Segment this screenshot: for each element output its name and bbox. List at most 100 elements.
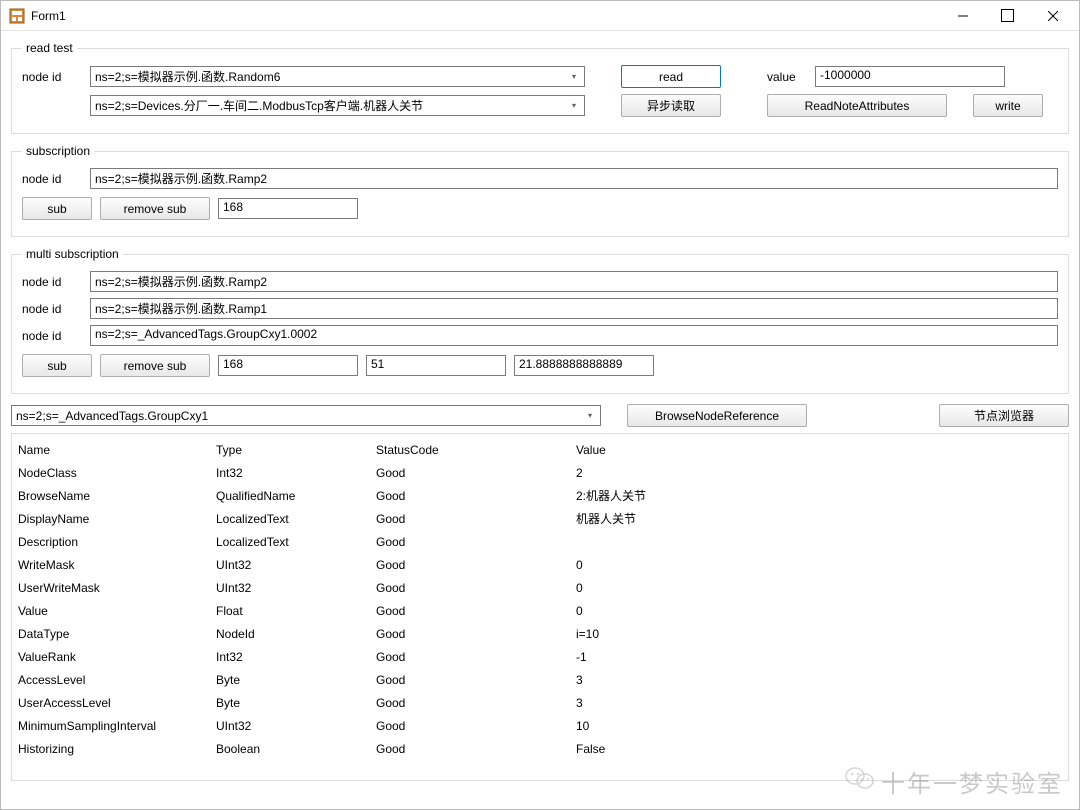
titlebar: Form1 bbox=[1, 1, 1079, 31]
cell-type: QualifiedName bbox=[186, 489, 356, 503]
read-test-group: read test node id ns=2;s=模拟器示例.函数.Random… bbox=[11, 41, 1069, 134]
cell-name: WriteMask bbox=[16, 558, 186, 572]
sub-nodeid-input[interactable]: ns=2;s=模拟器示例.函数.Ramp2 bbox=[90, 168, 1058, 189]
table-row[interactable]: UserWriteMaskUInt32Good0 bbox=[16, 576, 1064, 599]
cell-type: Int32 bbox=[186, 466, 356, 480]
msub-sub-button[interactable]: sub bbox=[22, 354, 92, 377]
cell-name: Value bbox=[16, 604, 186, 618]
cell-name: Historizing bbox=[16, 742, 186, 756]
nodeid-combo[interactable]: ns=2;s=模拟器示例.函数.Random6 ▾ bbox=[90, 66, 585, 87]
chevron-down-icon: ▾ bbox=[567, 69, 581, 84]
col-type: Type bbox=[186, 443, 356, 457]
cell-name: ValueRank bbox=[16, 650, 186, 664]
cell-status: Good bbox=[356, 627, 526, 641]
table-row[interactable]: HistorizingBooleanGoodFalse bbox=[16, 737, 1064, 760]
chevron-down-icon: ▾ bbox=[567, 98, 581, 113]
cell-status: Good bbox=[356, 535, 526, 549]
cell-value: 0 bbox=[526, 581, 776, 595]
cell-value: i=10 bbox=[526, 627, 776, 641]
table-row[interactable]: WriteMaskUInt32Good0 bbox=[16, 553, 1064, 576]
attributes-grid: Name Type StatusCode Value NodeClassInt3… bbox=[11, 433, 1069, 781]
window-controls bbox=[940, 1, 1075, 30]
cell-type: Byte bbox=[186, 673, 356, 687]
browse-combo[interactable]: ns=2;s=_AdvancedTags.GroupCxy1 ▾ bbox=[11, 405, 601, 426]
cell-name: UserWriteMask bbox=[16, 581, 186, 595]
msub-v3[interactable]: 21.8888888888889 bbox=[514, 355, 654, 376]
msub-nodeid-1[interactable]: ns=2;s=模拟器示例.函数.Ramp2 bbox=[90, 271, 1058, 292]
write-button[interactable]: write bbox=[973, 94, 1043, 117]
cell-name: BrowseName bbox=[16, 489, 186, 503]
remove-sub-button[interactable]: remove sub bbox=[100, 197, 210, 220]
cell-status: Good bbox=[356, 650, 526, 664]
table-row[interactable]: DescriptionLocalizedTextGood bbox=[16, 530, 1064, 553]
cell-type: UInt32 bbox=[186, 581, 356, 595]
cell-status: Good bbox=[356, 742, 526, 756]
window: Form1 read test node id ns=2;s=模拟器示例.函数.… bbox=[0, 0, 1080, 810]
table-row[interactable]: ValueRankInt32Good-1 bbox=[16, 645, 1064, 668]
msub-nodeid-3[interactable]: ns=2;s=_AdvancedTags.GroupCxy1.0002 bbox=[90, 325, 1058, 346]
async-read-button[interactable]: 异步读取 bbox=[621, 94, 721, 117]
msub-nodeid-2[interactable]: ns=2;s=模拟器示例.函数.Ramp1 bbox=[90, 298, 1058, 319]
nodeid-label: node id bbox=[22, 70, 82, 84]
read-button[interactable]: read bbox=[621, 65, 721, 88]
cell-type: Boolean bbox=[186, 742, 356, 756]
table-row[interactable]: ValueFloatGood0 bbox=[16, 599, 1064, 622]
maximize-button[interactable] bbox=[985, 1, 1030, 30]
table-row[interactable]: DisplayNameLocalizedTextGood机器人关节 bbox=[16, 507, 1064, 530]
cell-status: Good bbox=[356, 696, 526, 710]
cell-type: UInt32 bbox=[186, 719, 356, 733]
chevron-down-icon: ▾ bbox=[583, 408, 597, 423]
table-row[interactable]: BrowseNameQualifiedNameGood2:机器人关节 bbox=[16, 484, 1064, 507]
value-input[interactable]: -1000000 bbox=[815, 66, 1005, 87]
sub-button[interactable]: sub bbox=[22, 197, 92, 220]
subscription-legend: subscription bbox=[22, 144, 94, 158]
nodeid-combo-text: ns=2;s=模拟器示例.函数.Random6 bbox=[95, 68, 280, 85]
cell-value: 2:机器人关节 bbox=[526, 487, 776, 504]
minimize-button[interactable] bbox=[940, 1, 985, 30]
msub-remove-button[interactable]: remove sub bbox=[100, 354, 210, 377]
content: read test node id ns=2;s=模拟器示例.函数.Random… bbox=[1, 31, 1079, 809]
cell-status: Good bbox=[356, 604, 526, 618]
second-nodeid-text: ns=2;s=Devices.分厂一.车间二.ModbusTcp客户端.机器人关… bbox=[95, 97, 423, 114]
grid-body: NodeClassInt32Good2BrowseNameQualifiedNa… bbox=[16, 461, 1064, 760]
cell-value: 2 bbox=[526, 466, 776, 480]
msub-v1[interactable]: 168 bbox=[218, 355, 358, 376]
cell-status: Good bbox=[356, 466, 526, 480]
cell-name: DataType bbox=[16, 627, 186, 641]
cell-type: Float bbox=[186, 604, 356, 618]
cell-type: NodeId bbox=[186, 627, 356, 641]
browse-node-reference-button[interactable]: BrowseNodeReference bbox=[627, 404, 807, 427]
app-icon bbox=[9, 8, 25, 24]
cell-name: DisplayName bbox=[16, 512, 186, 526]
cell-value: -1 bbox=[526, 650, 776, 664]
cell-type: UInt32 bbox=[186, 558, 356, 572]
table-row[interactable]: DataTypeNodeIdGoodi=10 bbox=[16, 622, 1064, 645]
msub-v2[interactable]: 51 bbox=[366, 355, 506, 376]
cell-name: MinimumSamplingInterval bbox=[16, 719, 186, 733]
node-browser-button[interactable]: 节点浏览器 bbox=[939, 404, 1069, 427]
cell-type: LocalizedText bbox=[186, 512, 356, 526]
sub-value-input[interactable]: 168 bbox=[218, 198, 358, 219]
window-title: Form1 bbox=[31, 9, 940, 23]
table-row[interactable]: UserAccessLevelByteGood3 bbox=[16, 691, 1064, 714]
table-row[interactable]: NodeClassInt32Good2 bbox=[16, 461, 1064, 484]
cell-value: False bbox=[526, 742, 776, 756]
close-button[interactable] bbox=[1030, 1, 1075, 30]
cell-status: Good bbox=[356, 558, 526, 572]
read-test-legend: read test bbox=[22, 41, 77, 55]
browse-combo-text: ns=2;s=_AdvancedTags.GroupCxy1 bbox=[16, 409, 208, 423]
col-status: StatusCode bbox=[356, 443, 526, 457]
table-row[interactable]: MinimumSamplingIntervalUInt32Good10 bbox=[16, 714, 1064, 737]
cell-type: LocalizedText bbox=[186, 535, 356, 549]
multi-sub-legend: multi subscription bbox=[22, 247, 123, 261]
read-note-attributes-button[interactable]: ReadNoteAttributes bbox=[767, 94, 947, 117]
cell-name: UserAccessLevel bbox=[16, 696, 186, 710]
cell-status: Good bbox=[356, 489, 526, 503]
col-value: Value bbox=[526, 443, 776, 457]
cell-value: 3 bbox=[526, 696, 776, 710]
cell-name: Description bbox=[16, 535, 186, 549]
msub-nodeid-label-1: node id bbox=[22, 275, 82, 289]
cell-type: Int32 bbox=[186, 650, 356, 664]
second-nodeid-combo[interactable]: ns=2;s=Devices.分厂一.车间二.ModbusTcp客户端.机器人关… bbox=[90, 95, 585, 116]
table-row[interactable]: AccessLevelByteGood3 bbox=[16, 668, 1064, 691]
